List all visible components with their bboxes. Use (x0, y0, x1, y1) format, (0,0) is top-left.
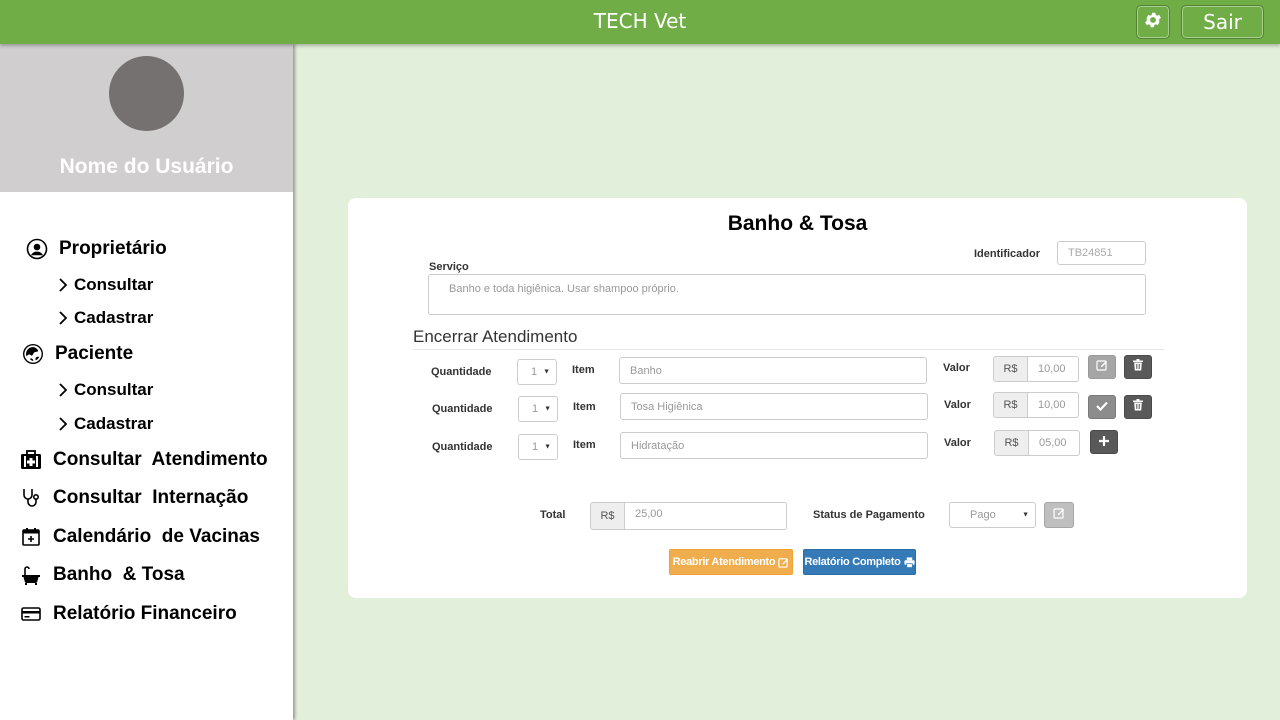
chevron-right-icon (58, 382, 72, 398)
sidebar-item-label: Calendário de Vacinas (53, 526, 260, 547)
sidebar-item-consultar-atendimento[interactable]: Consultar Atendimento (20, 449, 268, 471)
sidebar-subitem-proprietario-consultar[interactable]: Consultar (58, 275, 153, 295)
chevron-right-icon (58, 277, 72, 293)
page-title: Banho & Tosa (727, 212, 868, 235)
gear-icon (1143, 10, 1163, 35)
total-field[interactable]: 25,00 (625, 502, 787, 530)
sidebar-subitem-paciente-cadastrar[interactable]: Cadastrar (58, 414, 153, 434)
paw-icon (22, 343, 44, 365)
avatar (109, 56, 184, 131)
currency-addon: R$ (993, 392, 1028, 418)
sidebar-item-label: Consultar Atendimento (53, 449, 268, 470)
edit-icon (778, 557, 789, 568)
item-label: Item (573, 401, 596, 413)
section-title-encerrar: Encerrar Atendimento (413, 327, 578, 346)
trash-icon (1133, 358, 1143, 376)
check-icon (1096, 398, 1108, 416)
printer-icon (903, 556, 915, 568)
user-panel: Nome do Usuário (0, 44, 293, 192)
valor-field[interactable]: 10,00 (1028, 392, 1079, 418)
status-pagamento-label: Status de Pagamento (813, 509, 925, 521)
item-label: Item (573, 439, 596, 451)
settings-button[interactable] (1136, 5, 1170, 39)
app-title: TECH Vet (593, 9, 687, 33)
top-bar: TECH Vet Sair (0, 0, 1280, 44)
chevron-right-icon (58, 416, 72, 432)
quantidade-label: Quantidade (432, 403, 493, 415)
quantity-select[interactable]: 1 ▼ (518, 396, 558, 422)
identificador-label: Identificador (974, 248, 1041, 260)
quantidade-label: Quantidade (431, 366, 492, 378)
item-field[interactable]: Hidratação (620, 432, 928, 459)
sidebar-item-paciente[interactable]: Paciente (22, 343, 133, 365)
sidebar-item-banho-tosa[interactable]: Banho & Tosa (20, 564, 185, 586)
quantidade-label: Quantidade (432, 441, 493, 453)
chevron-right-icon (58, 310, 72, 326)
valor-label: Valor (943, 362, 970, 374)
item-field[interactable]: Banho (619, 357, 927, 384)
sidebar-subitem-label: Consultar (74, 380, 154, 399)
sidebar: Nome do Usuário Proprietário Consultar C… (0, 44, 293, 720)
sidebar-subitem-proprietario-cadastrar[interactable]: Cadastrar (58, 308, 153, 328)
status-pagamento-select[interactable]: Pago ▼ (949, 502, 1036, 528)
currency-addon: R$ (993, 356, 1028, 382)
confirm-item-button[interactable] (1088, 395, 1116, 419)
delete-item-button[interactable] (1124, 395, 1152, 419)
sidebar-item-calendario-vacinas[interactable]: Calendário de Vacinas (20, 526, 260, 548)
caret-down-icon: ▼ (1022, 511, 1029, 519)
servico-textarea[interactable]: Banho e toda higiênica. Usar shampoo pró… (428, 274, 1146, 315)
quantity-select[interactable]: 1 ▼ (518, 434, 558, 460)
user-circle-icon (26, 238, 48, 260)
medical-kit-icon (20, 449, 42, 471)
sidebar-item-relatorio-financeiro[interactable]: Relatório Financeiro (20, 603, 237, 625)
sidebar-item-label: Consultar Internação (53, 487, 249, 508)
plus-icon (1099, 433, 1109, 451)
valor-label: Valor (944, 437, 971, 449)
edit-status-button[interactable] (1044, 502, 1074, 528)
delete-item-button[interactable] (1124, 355, 1152, 379)
trash-icon (1133, 398, 1143, 416)
total-currency-addon: R$ (590, 502, 625, 530)
credit-card-icon (20, 603, 42, 625)
sidebar-item-proprietario[interactable]: Proprietário (26, 238, 167, 260)
caret-down-icon: ▼ (543, 368, 550, 376)
valor-field[interactable]: 05,00 (1029, 430, 1080, 456)
edit-icon (1053, 506, 1065, 524)
total-label: Total (540, 509, 566, 521)
item-field[interactable]: Tosa Higiênica (620, 393, 928, 420)
caret-down-icon: ▼ (544, 405, 551, 413)
edit-item-button[interactable] (1088, 355, 1116, 379)
sidebar-subitem-label: Cadastrar (74, 414, 154, 433)
stethoscope-icon (20, 487, 42, 509)
sidebar-subitem-label: Consultar (74, 275, 154, 294)
currency-addon: R$ (994, 430, 1029, 456)
sidebar-subitem-label: Cadastrar (74, 308, 154, 327)
sidebar-item-label: Banho & Tosa (53, 564, 185, 585)
caret-down-icon: ▼ (544, 443, 551, 451)
quantity-select[interactable]: 1 ▼ (517, 359, 557, 385)
divider (413, 349, 1164, 350)
edit-icon (1096, 358, 1108, 376)
sidebar-item-consultar-internacao[interactable]: Consultar Internação (20, 487, 248, 509)
calendar-plus-icon (20, 526, 42, 548)
relatorio-completo-button[interactable]: Relatório Completo (803, 549, 916, 575)
valor-label: Valor (944, 399, 971, 411)
identificador-field[interactable]: TB24851 (1057, 241, 1146, 265)
sidebar-item-label: Paciente (55, 343, 134, 364)
banho-tosa-form-card: Banho & Tosa Identificador TB24851 Servi… (348, 198, 1247, 598)
logout-button[interactable]: Sair (1181, 5, 1264, 39)
valor-field[interactable]: 10,00 (1028, 356, 1079, 382)
sidebar-item-label: Proprietário (59, 238, 167, 259)
user-name: Nome do Usuário (59, 155, 234, 178)
reopen-atendimento-button[interactable]: Reabrir Atendimento (669, 549, 793, 575)
sidebar-item-label: Relatório Financeiro (53, 603, 237, 624)
bathtub-icon (20, 564, 42, 586)
add-item-button[interactable] (1090, 430, 1118, 454)
servico-label: Serviço (429, 261, 469, 273)
sidebar-subitem-paciente-consultar[interactable]: Consultar (58, 380, 153, 400)
item-label: Item (572, 364, 595, 376)
